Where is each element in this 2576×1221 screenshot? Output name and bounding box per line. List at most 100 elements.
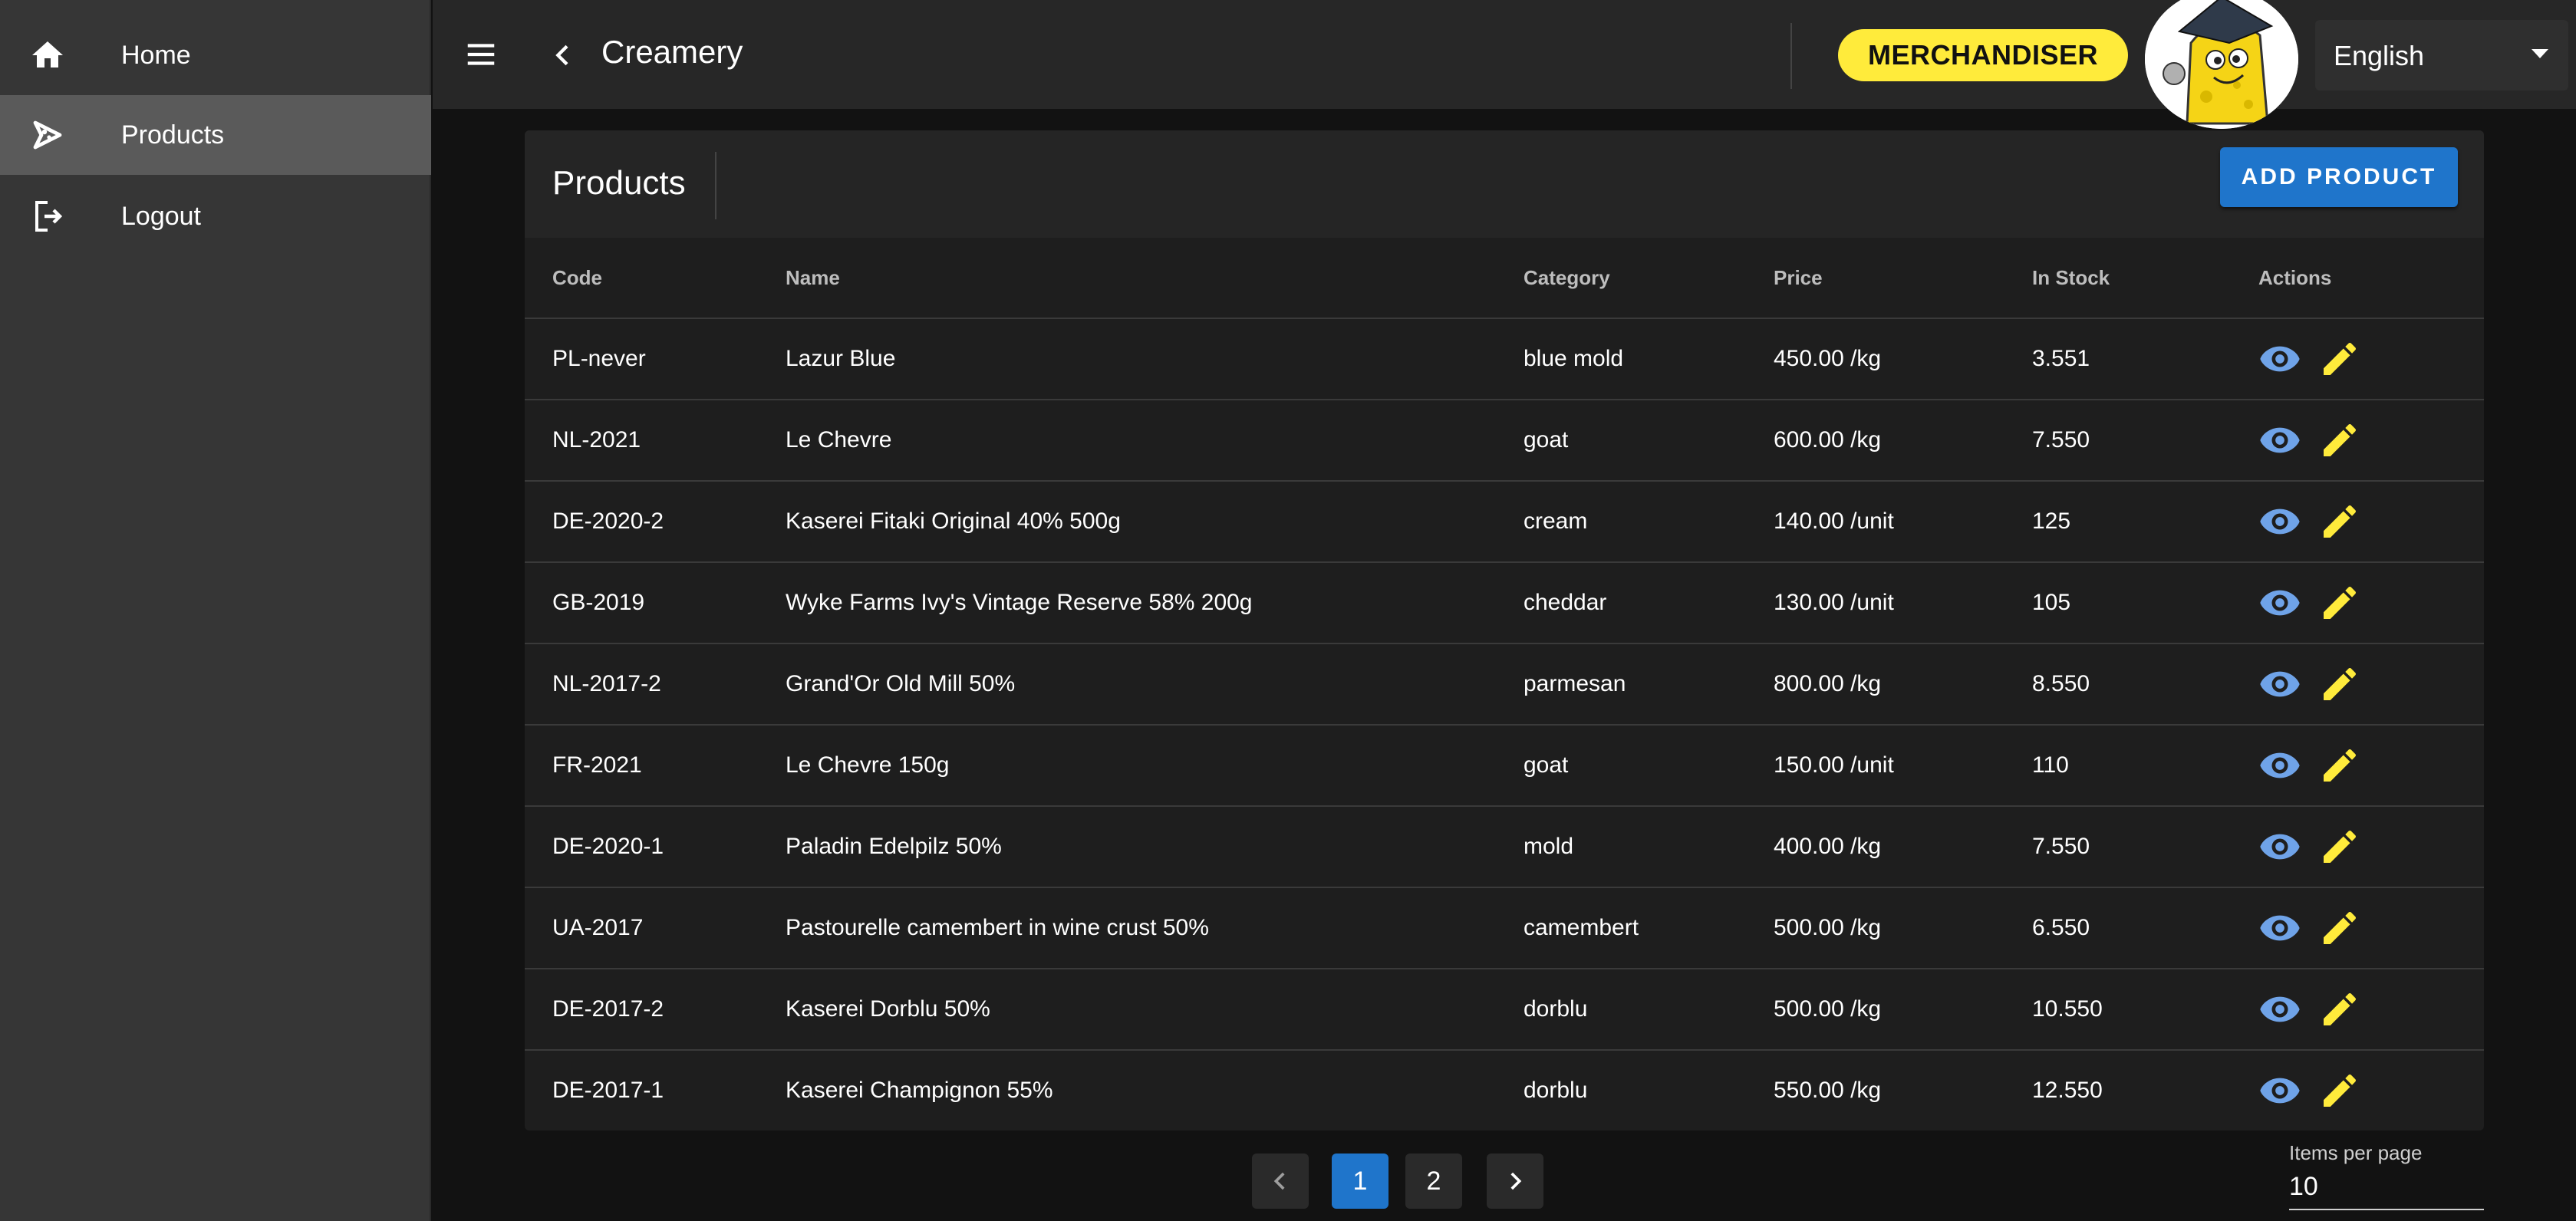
column-header-price[interactable]: Price bbox=[1774, 238, 2032, 319]
sidebar-item-label: Logout bbox=[121, 201, 201, 231]
edit-pencil-icon[interactable] bbox=[2318, 419, 2361, 462]
add-product-button[interactable]: ADD PRODUCT bbox=[2220, 147, 2458, 207]
cell-actions bbox=[2258, 887, 2484, 969]
table-row[interactable]: DE-2020-2 Kaserei Fitaki Original 40% 500… bbox=[525, 481, 2484, 563]
cell-name: Kaserei Champignon 55% bbox=[786, 1078, 1053, 1103]
cell-name: Le Chevre 150g bbox=[786, 725, 1524, 807]
cell-category: dorblu bbox=[1524, 969, 1774, 1051]
cell-price: 140.00 /unit bbox=[1774, 481, 2032, 563]
cell-code: FR-2021 bbox=[525, 725, 786, 807]
table-row[interactable]: UA-2017 Pastourelle camembert in wine cru… bbox=[525, 887, 2484, 969]
cell-in-stock: 12.550 bbox=[2032, 1078, 2103, 1103]
cell-code: DE-2017-1 bbox=[552, 1078, 664, 1103]
role-badge: MERCHANDISER bbox=[1838, 29, 2128, 81]
home-icon bbox=[32, 41, 63, 67]
avatar[interactable] bbox=[2145, 0, 2298, 129]
view-eye-icon[interactable] bbox=[2258, 663, 2301, 706]
cell-in-stock: 8.550 bbox=[2032, 643, 2258, 726]
cell-actions bbox=[2258, 725, 2484, 807]
app-title: Creamery bbox=[601, 34, 743, 70]
cell-category: cheddar bbox=[1524, 562, 1774, 644]
cell-in-stock: 10.550 bbox=[2032, 969, 2258, 1051]
cell-name: Le Chevre bbox=[786, 400, 1524, 482]
products-card: Products ADD PRODUCT Code Name Category … bbox=[525, 130, 2484, 1130]
products-icon bbox=[33, 120, 62, 150]
sidebar: Home Products Logout bbox=[0, 0, 431, 1221]
cell-name: Paladin Edelpilz 50% bbox=[786, 806, 1524, 888]
cell-price: 550.00 /kg bbox=[1774, 1078, 1882, 1103]
cell-actions bbox=[2258, 643, 2484, 726]
table-row[interactable]: GB-2019 Wyke Farms Ivy's Vintage Reserve … bbox=[525, 562, 2484, 644]
edit-pencil-icon[interactable] bbox=[2318, 744, 2361, 787]
cell-code: PL-never bbox=[525, 318, 786, 400]
divider bbox=[715, 152, 716, 219]
edit-pencil-icon[interactable] bbox=[2318, 581, 2361, 624]
menu-icon[interactable] bbox=[463, 37, 499, 72]
cell-category: goat bbox=[1524, 400, 1774, 482]
table-row[interactable]: DE-2017-2 Kaserei Dorblu 50% dorblu 500.00 … bbox=[525, 969, 2484, 1051]
products-table: Code Name Category Price In Stock Action… bbox=[525, 238, 2484, 1130]
cell-actions bbox=[2258, 400, 2484, 482]
edit-pencil-icon[interactable] bbox=[2318, 1069, 2361, 1112]
cheese-mascot-icon bbox=[2145, 0, 2298, 129]
cell-name: Kaserei Dorblu 50% bbox=[786, 969, 1524, 1051]
items-per-page-select[interactable]: 10 bbox=[2289, 1172, 2318, 1202]
table-row[interactable]: FR-2021 Le Chevre 150g goat 150.00 /unit 110 bbox=[525, 725, 2484, 807]
cell-code: DE-2020-1 bbox=[525, 806, 786, 888]
edit-pencil-icon[interactable] bbox=[2318, 825, 2361, 868]
cell-category: dorblu bbox=[1524, 1078, 1588, 1103]
table-row[interactable]: DE-2017-1 Kaserei Champignon 55% dorblu 550… bbox=[525, 1050, 2484, 1130]
cell-in-stock: 7.550 bbox=[2032, 400, 2258, 482]
cell-code: GB-2019 bbox=[525, 562, 786, 644]
cell-code: DE-2017-2 bbox=[525, 969, 786, 1051]
edit-pencil-icon[interactable] bbox=[2318, 663, 2361, 706]
next-page-button[interactable] bbox=[1487, 1154, 1543, 1209]
cell-actions bbox=[2258, 1050, 2484, 1130]
cell-price: 500.00 /kg bbox=[1774, 969, 2032, 1051]
table-row[interactable]: DE-2020-1 Paladin Edelpilz 50% mold 400.00 … bbox=[525, 806, 2484, 888]
view-eye-icon[interactable] bbox=[2258, 1069, 2301, 1112]
cell-category: mold bbox=[1524, 806, 1774, 888]
edit-pencil-icon[interactable] bbox=[2318, 907, 2361, 949]
column-header-category[interactable]: Category bbox=[1524, 238, 1774, 319]
cell-category: goat bbox=[1524, 725, 1774, 807]
cell-in-stock: 110 bbox=[2032, 725, 2258, 807]
cell-price: 150.00 /unit bbox=[1774, 725, 2032, 807]
page-button-2[interactable]: 2 bbox=[1405, 1154, 1462, 1209]
sidebar-item-logout[interactable]: Logout bbox=[0, 176, 431, 256]
page-button-1[interactable]: 1 bbox=[1332, 1154, 1388, 1209]
cell-price: 600.00 /kg bbox=[1774, 400, 2032, 482]
view-eye-icon[interactable] bbox=[2258, 744, 2301, 787]
chevron-left-icon[interactable] bbox=[548, 38, 578, 72]
card-header: Products ADD PRODUCT bbox=[525, 130, 2484, 238]
view-eye-icon[interactable] bbox=[2258, 907, 2301, 949]
previous-page-button[interactable] bbox=[1252, 1154, 1309, 1209]
edit-pencil-icon[interactable] bbox=[2318, 988, 2361, 1031]
column-header-actions: Actions bbox=[2258, 238, 2484, 319]
cell-price: 400.00 /kg bbox=[1774, 806, 2032, 888]
column-header-code[interactable]: Code bbox=[525, 238, 786, 319]
cell-name: Wyke Farms Ivy's Vintage Reserve 58% 200… bbox=[786, 562, 1524, 644]
cell-in-stock: 125 bbox=[2032, 481, 2258, 563]
language-select[interactable]: English bbox=[2315, 20, 2568, 91]
view-eye-icon[interactable] bbox=[2258, 825, 2301, 868]
view-eye-icon[interactable] bbox=[2258, 988, 2301, 1031]
table-row[interactable]: NL-2017-2 Grand'Or Old Mill 50% parmesan 80… bbox=[525, 643, 2484, 726]
edit-pencil-icon[interactable] bbox=[2318, 500, 2361, 543]
column-header-name[interactable]: Name bbox=[786, 238, 1524, 319]
sidebar-item-home[interactable]: Home bbox=[0, 15, 431, 95]
page-title: Products bbox=[552, 164, 686, 202]
cell-actions bbox=[2258, 318, 2484, 400]
view-eye-icon[interactable] bbox=[2258, 500, 2301, 543]
column-header-in-stock[interactable]: In Stock bbox=[2032, 238, 2258, 319]
view-eye-icon[interactable] bbox=[2258, 419, 2301, 462]
table-row[interactable]: NL-2021 Le Chevre goat 600.00 /kg 7.550 bbox=[525, 400, 2484, 482]
table-row[interactable]: PL-never Lazur Blue blue mold 450.00 /kg 3.5… bbox=[525, 318, 2484, 400]
sidebar-item-products[interactable]: Products bbox=[0, 95, 431, 175]
cell-category: parmesan bbox=[1524, 643, 1774, 726]
view-eye-icon[interactable] bbox=[2258, 337, 2301, 380]
view-eye-icon[interactable] bbox=[2258, 581, 2301, 624]
cell-name: Lazur Blue bbox=[786, 318, 1524, 400]
edit-pencil-icon[interactable] bbox=[2318, 337, 2361, 380]
cell-code: NL-2017-2 bbox=[525, 643, 786, 726]
